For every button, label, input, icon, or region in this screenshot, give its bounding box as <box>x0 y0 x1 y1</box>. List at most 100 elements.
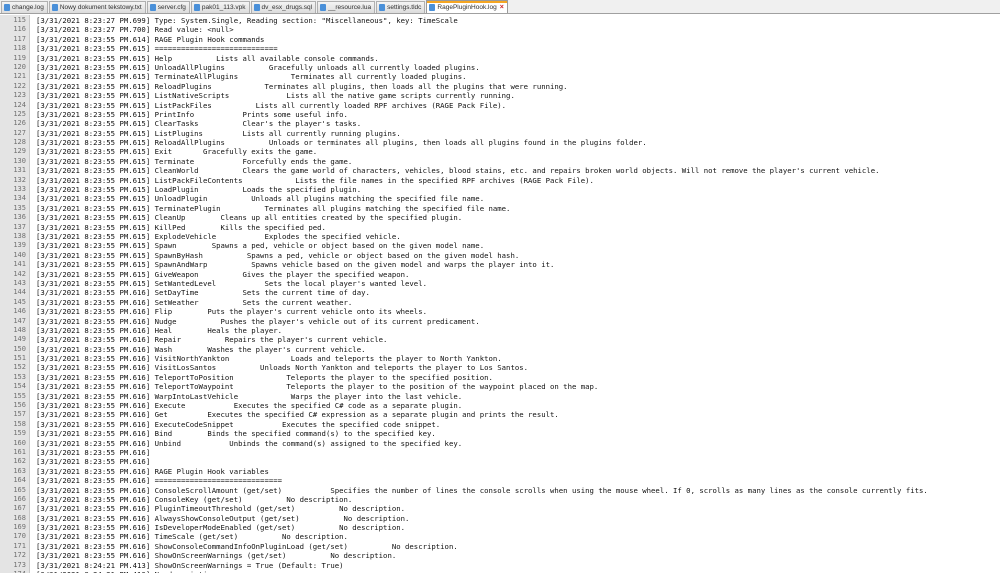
text-line[interactable]: 142 [3/31/2021 8:23:55 PM.615] GiveWeapon… <box>0 270 1000 279</box>
text-line[interactable]: 116 [3/31/2021 8:23:27 PM.700] Read value… <box>0 25 1000 34</box>
text-line[interactable]: 147 [3/31/2021 8:23:55 PM.616] Nudge Push… <box>0 317 1000 326</box>
text-line[interactable]: 121 [3/31/2021 8:23:55 PM.615] TerminateA… <box>0 72 1000 81</box>
line-number: 123 <box>13 91 26 100</box>
text-line[interactable]: 125 [3/31/2021 8:23:55 PM.615] PrintInfo … <box>0 110 1000 119</box>
text-line[interactable]: 161 [3/31/2021 8:23:55 PM.616] <box>0 448 1000 457</box>
line-number: 149 <box>13 335 26 344</box>
text-line[interactable]: 167 [3/31/2021 8:23:55 PM.616] PluginTime… <box>0 504 1000 513</box>
tab-label: server.cfg <box>157 4 186 11</box>
line-number: 125 <box>13 109 26 118</box>
text-line[interactable]: 148 [3/31/2021 8:23:55 PM.616] Heal Heals… <box>0 326 1000 335</box>
line-number: 121 <box>13 72 26 81</box>
text-line[interactable]: 131 [3/31/2021 8:23:55 PM.615] CleanWorld… <box>0 166 1000 175</box>
text-line[interactable]: 173 [3/31/2021 8:24:21 PM.413] ShowOnScre… <box>0 561 1000 570</box>
text-line[interactable]: 138 [3/31/2021 8:23:55 PM.615] ExplodeVeh… <box>0 232 1000 241</box>
line-text: [3/31/2021 8:23:55 PM.615] ClearTasks Cl… <box>36 119 362 129</box>
line-number: 145 <box>13 297 26 306</box>
line-number: 152 <box>13 363 26 372</box>
text-line[interactable]: 117 [3/31/2021 8:23:55 PM.614] RAGE Plugi… <box>0 35 1000 44</box>
tab-1[interactable]: Nowy dokument tekstowy.txt <box>48 1 146 13</box>
text-line[interactable]: 169 [3/31/2021 8:23:55 PM.616] IsDevelope… <box>0 523 1000 532</box>
line-text: [3/31/2021 8:23:55 PM.616] Wash Washes t… <box>36 344 366 354</box>
line-text: [3/31/2021 8:23:55 PM.615] ReloadAllPlug… <box>36 138 647 148</box>
line-text: [3/31/2021 8:23:55 PM.615] PrintInfo Pri… <box>36 109 348 119</box>
text-line[interactable]: 165 [3/31/2021 8:23:55 PM.616] ConsoleScr… <box>0 486 1000 495</box>
line-number: 146 <box>13 307 26 316</box>
line-text: [3/31/2021 8:23:55 PM.616] TeleportToWay… <box>36 382 599 392</box>
text-line[interactable]: 124 [3/31/2021 8:23:55 PM.615] ListPackFi… <box>0 101 1000 110</box>
text-line[interactable]: 154 [3/31/2021 8:23:55 PM.616] TeleportTo… <box>0 382 1000 391</box>
text-line[interactable]: 132 [3/31/2021 8:23:55 PM.615] ListPackFi… <box>0 176 1000 185</box>
tab-4[interactable]: dv_esx_drugs.sql <box>250 1 317 13</box>
line-text: [3/31/2021 8:23:55 PM.616] SetDayTime Se… <box>36 288 370 298</box>
text-line[interactable]: 158 [3/31/2021 8:23:55 PM.616] ExecuteCod… <box>0 420 1000 429</box>
line-text: [3/31/2021 8:23:55 PM.615] CleanUp Clean… <box>36 213 463 223</box>
tab-5[interactable]: __resource.lua <box>317 1 376 13</box>
line-text: [3/31/2021 8:23:55 PM.616] IsDeveloperMo… <box>36 523 406 533</box>
tab-6[interactable]: settings.tldc <box>376 1 426 13</box>
text-line[interactable]: 115 [3/31/2021 8:23:27 PM.699] Type: Syst… <box>0 16 1000 25</box>
text-line[interactable]: 144 [3/31/2021 8:23:55 PM.616] SetDayTime… <box>0 288 1000 297</box>
line-text: [3/31/2021 8:23:55 PM.615] ListPackFileC… <box>36 175 594 185</box>
tab-3[interactable]: pak01_113.vpk <box>190 1 250 13</box>
text-line[interactable]: 157 [3/31/2021 8:23:55 PM.616] Get Execut… <box>0 410 1000 419</box>
line-number: 162 <box>13 457 26 466</box>
text-line[interactable]: 150 [3/31/2021 8:23:55 PM.616] Wash Washe… <box>0 345 1000 354</box>
text-line[interactable]: 135 [3/31/2021 8:23:55 PM.615] TerminateP… <box>0 204 1000 213</box>
text-line[interactable]: 151 [3/31/2021 8:23:55 PM.616] VisitNorth… <box>0 354 1000 363</box>
line-number: 161 <box>13 447 26 456</box>
line-number: 119 <box>13 53 26 62</box>
text-line[interactable]: 162 [3/31/2021 8:23:55 PM.616] <box>0 457 1000 466</box>
text-line[interactable]: 155 [3/31/2021 8:23:55 PM.616] WarpIntoLa… <box>0 392 1000 401</box>
line-text: [3/31/2021 8:23:55 PM.616] ExecuteCodeSn… <box>36 419 441 429</box>
text-line[interactable]: 123 [3/31/2021 8:23:55 PM.615] ListNative… <box>0 91 1000 100</box>
text-line[interactable]: 143 [3/31/2021 8:23:55 PM.615] SetWantedL… <box>0 279 1000 288</box>
text-line[interactable]: 152 [3/31/2021 8:23:55 PM.616] VisitLosSa… <box>0 363 1000 372</box>
text-line[interactable]: 141 [3/31/2021 8:23:55 PM.615] SpawnAndWa… <box>0 260 1000 269</box>
text-line[interactable]: 172 [3/31/2021 8:23:55 PM.616] ShowOnScre… <box>0 551 1000 560</box>
text-line[interactable]: 128 [3/31/2021 8:23:55 PM.615] ReloadAllP… <box>0 138 1000 147</box>
text-line[interactable]: 149 [3/31/2021 8:23:55 PM.616] Repair Rep… <box>0 335 1000 344</box>
line-text: [3/31/2021 8:24:21 PM.413] ShowOnScreenW… <box>36 560 344 570</box>
text-line[interactable]: 168 [3/31/2021 8:23:55 PM.616] AlwaysShow… <box>0 514 1000 523</box>
text-line[interactable]: 153 [3/31/2021 8:23:55 PM.616] TeleportTo… <box>0 373 1000 382</box>
line-text: [3/31/2021 8:23:55 PM.615] TerminateAllP… <box>36 72 467 82</box>
text-line[interactable]: 134 [3/31/2021 8:23:55 PM.615] UnloadPlug… <box>0 194 1000 203</box>
tab-2[interactable]: server.cfg <box>146 1 190 13</box>
text-line[interactable]: 127 [3/31/2021 8:23:55 PM.615] ListPlugin… <box>0 129 1000 138</box>
text-line[interactable]: 122 [3/31/2021 8:23:55 PM.615] ReloadPlug… <box>0 82 1000 91</box>
text-line[interactable]: 159 [3/31/2021 8:23:55 PM.616] Bind Binds… <box>0 429 1000 438</box>
line-text: [3/31/2021 8:23:55 PM.615] ListPlugins L… <box>36 128 401 138</box>
text-line[interactable]: 136 [3/31/2021 8:23:55 PM.615] CleanUp Cl… <box>0 213 1000 222</box>
text-line[interactable]: 118 [3/31/2021 8:23:55 PM.615] ==========… <box>0 44 1000 53</box>
text-line[interactable]: 137 [3/31/2021 8:23:55 PM.615] KillPed Ki… <box>0 223 1000 232</box>
editor-area[interactable]: 115 [3/31/2021 8:23:27 PM.699] Type: Syst… <box>0 15 1000 573</box>
text-line[interactable]: 164 [3/31/2021 8:23:55 PM.616] ==========… <box>0 476 1000 485</box>
text-line[interactable]: 170 [3/31/2021 8:23:55 PM.616] TimeScale … <box>0 532 1000 541</box>
text-line[interactable]: 156 [3/31/2021 8:23:55 PM.616] Execute Ex… <box>0 401 1000 410</box>
text-line[interactable]: 119 [3/31/2021 8:23:55 PM.615] Help Lists… <box>0 54 1000 63</box>
text-line[interactable]: 166 [3/31/2021 8:23:55 PM.616] ConsoleKey… <box>0 495 1000 504</box>
tab-0[interactable]: change.log <box>1 1 48 13</box>
text-line[interactable]: 145 [3/31/2021 8:23:55 PM.616] SetWeather… <box>0 298 1000 307</box>
line-text: [3/31/2021 8:23:55 PM.615] UnloadPlugin … <box>36 194 485 204</box>
text-line[interactable]: 140 [3/31/2021 8:23:55 PM.615] SpawnByHas… <box>0 251 1000 260</box>
text-line[interactable]: 130 [3/31/2021 8:23:55 PM.615] Terminate … <box>0 157 1000 166</box>
close-icon[interactable]: × <box>500 4 504 11</box>
text-line[interactable]: 129 [3/31/2021 8:23:55 PM.615] Exit Grace… <box>0 147 1000 156</box>
text-line[interactable]: 160 [3/31/2021 8:23:55 PM.616] Unbind Unb… <box>0 439 1000 448</box>
tab-7[interactable]: RagePluginHook.log × <box>426 0 508 13</box>
line-number: 118 <box>13 44 26 53</box>
text-line[interactable]: 163 [3/31/2021 8:23:55 PM.616] RAGE Plugi… <box>0 467 1000 476</box>
line-number: 128 <box>13 138 26 147</box>
text-line[interactable]: 126 [3/31/2021 8:23:55 PM.615] ClearTasks… <box>0 119 1000 128</box>
text-line[interactable]: 133 [3/31/2021 8:23:55 PM.615] LoadPlugin… <box>0 185 1000 194</box>
text-lines[interactable]: 115 [3/31/2021 8:23:27 PM.699] Type: Syst… <box>0 16 1000 573</box>
line-number: 130 <box>13 156 26 165</box>
text-line[interactable]: 139 [3/31/2021 8:23:55 PM.615] Spawn Spaw… <box>0 241 1000 250</box>
text-line[interactable]: 171 [3/31/2021 8:23:55 PM.616] ShowConsol… <box>0 542 1000 551</box>
text-line[interactable]: 146 [3/31/2021 8:23:55 PM.616] Flip Puts … <box>0 307 1000 316</box>
text-line[interactable]: 120 [3/31/2021 8:23:55 PM.615] UnloadAllP… <box>0 63 1000 72</box>
line-number: 115 <box>13 16 26 24</box>
line-text: [3/31/2021 8:23:55 PM.616] ConsoleScroll… <box>36 485 928 495</box>
